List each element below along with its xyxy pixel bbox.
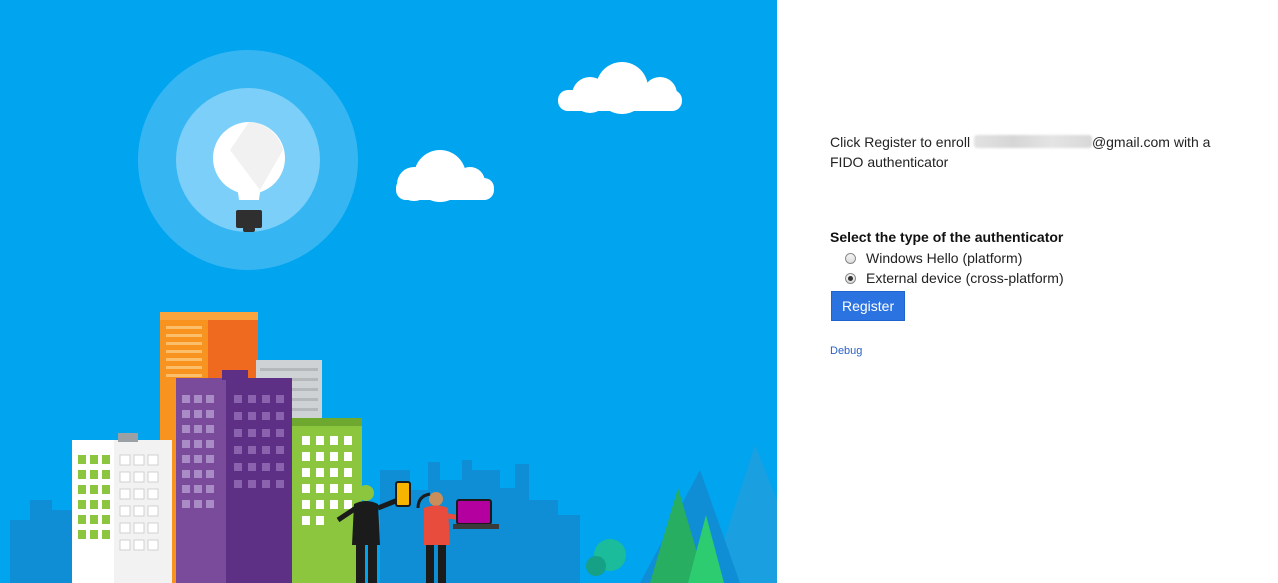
enroll-prefix: Click Register to enroll <box>830 134 974 150</box>
authenticator-type-heading: Select the type of the authenticator <box>830 229 1064 245</box>
lightbulb-icon <box>138 50 358 270</box>
register-button[interactable]: Register <box>831 291 906 321</box>
radio-button-external-device[interactable] <box>845 272 856 284</box>
hero-illustration-panel <box>0 0 777 583</box>
radio-label-windows-hello: Windows Hello (platform) <box>866 250 1023 266</box>
radio-label-external-device: External device (cross-platform) <box>866 270 1064 286</box>
radio-option-external-device[interactable]: External device (cross-platform) <box>830 268 1250 288</box>
debug-link[interactable]: Debug <box>830 345 862 357</box>
radio-option-windows-hello[interactable]: Windows Hello (platform) <box>830 248 1250 268</box>
cloud-icon <box>396 150 494 202</box>
city-illustration <box>10 50 777 583</box>
authenticator-type-section: Select the type of the authenticator Win… <box>830 228 1250 321</box>
enroll-instructions: Click Register to enroll @gmail.com with… <box>830 132 1230 172</box>
cloud-icon <box>558 62 682 114</box>
registration-panel: Click Register to enroll @gmail.com with… <box>777 0 1278 583</box>
redacted-email <box>973 135 1092 148</box>
radio-button-windows-hello[interactable] <box>845 252 856 264</box>
